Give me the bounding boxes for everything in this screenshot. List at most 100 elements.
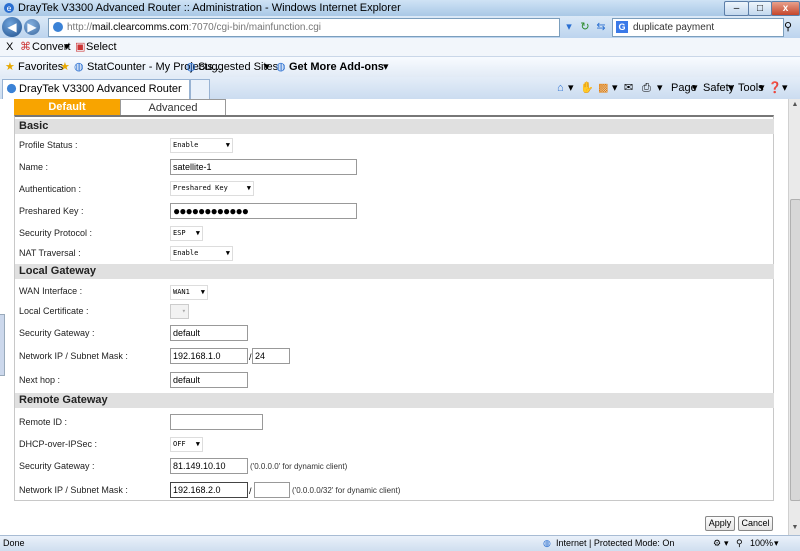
- chevron-down-icon: ▼: [225, 141, 230, 149]
- side-handle[interactable]: [0, 314, 5, 376]
- print-dropdown-icon[interactable]: ▾: [657, 81, 663, 95]
- url-field[interactable]: http://mail.clearcomms.com:7070/cgi-bin/…: [48, 18, 560, 37]
- form-panel: [14, 115, 774, 501]
- back-button[interactable]: ◀: [2, 17, 22, 37]
- chevron-down-icon: ▼: [195, 229, 200, 237]
- local-subnet-mask-field[interactable]: 24: [252, 348, 290, 364]
- preshared-key-label: Preshared Key :: [19, 206, 84, 216]
- tab-page-icon: [6, 83, 17, 94]
- authentication-select[interactable]: Preshared Key ▼: [170, 181, 254, 196]
- nat-traversal-select[interactable]: Enable ▼: [170, 246, 233, 261]
- feeds-icon[interactable]: ▩: [598, 81, 608, 95]
- minimize-button[interactable]: –: [724, 1, 749, 16]
- scroll-up-icon[interactable]: ▲: [790, 100, 800, 110]
- chevron-down-icon: ▼: [200, 288, 205, 296]
- stop-icon[interactable]: [598, 20, 612, 34]
- favorite-link-get-add-ons[interactable]: Get More Add-ons: [289, 60, 384, 74]
- zoom-icon[interactable]: ⚲: [736, 536, 743, 551]
- help-icon[interactable]: ❓: [768, 81, 782, 95]
- tab-default[interactable]: Default: [14, 99, 120, 115]
- tab-advanced[interactable]: Advanced: [120, 99, 226, 115]
- feeds-dropdown-icon[interactable]: ▾: [612, 81, 618, 95]
- favorites-star-icon: ★: [5, 61, 15, 73]
- home-icon[interactable]: ⌂: [557, 81, 564, 95]
- convert-icon: ⌘: [20, 41, 31, 53]
- apply-button[interactable]: Apply: [705, 516, 735, 531]
- page-menu-dropdown-icon[interactable]: ▾: [692, 81, 698, 95]
- tools-menu-dropdown-icon[interactable]: ▾: [759, 81, 765, 95]
- remote-network-ip-field[interactable]: 192.168.2.0: [170, 482, 248, 498]
- close-window-button[interactable]: x: [771, 1, 800, 16]
- remote-subnet-mask-field[interactable]: [254, 482, 290, 498]
- favorites-bar: ★ Favorites ★ ◍ StatCounter - My Project…: [0, 57, 800, 77]
- dhcp-over-ipsec-select[interactable]: OFF ▼: [170, 437, 203, 452]
- browser-tab-bar: DrayTek V3300 Advanced Router :: Adminis…: [0, 77, 800, 113]
- vertical-scrollbar[interactable]: ▲ ▼: [788, 99, 800, 535]
- print-icon[interactable]: ⎙: [642, 81, 651, 95]
- add-favorite-icon[interactable]: ★: [60, 60, 70, 74]
- suggested-sites-dropdown-icon[interactable]: ▾: [264, 60, 270, 74]
- profile-status-select[interactable]: Enable ▼: [170, 138, 233, 153]
- chevron-down-icon: ▼: [225, 249, 230, 257]
- address-bar: ◀ ▶ http://mail.clearcomms.com:7070/cgi-…: [0, 16, 800, 38]
- maximize-button[interactable]: □: [748, 1, 772, 16]
- statcounter-icon: ◍: [74, 61, 84, 73]
- compat-view-icon[interactable]: ▾: [562, 20, 576, 34]
- help-dropdown-icon[interactable]: ▾: [782, 81, 788, 95]
- close-toolbar-button[interactable]: X: [6, 40, 13, 54]
- refresh-icon[interactable]: ↻: [578, 20, 592, 34]
- safety-menu-dropdown-icon[interactable]: ▾: [728, 81, 734, 95]
- search-query: duplicate payment: [633, 22, 715, 33]
- remote-network-label: Network IP / Subnet Mask :: [19, 485, 128, 495]
- select-icon: ▣: [75, 41, 86, 53]
- local-certificate-select[interactable]: ▾: [170, 304, 189, 319]
- forward-button[interactable]: ▶: [24, 19, 40, 35]
- cancel-button[interactable]: Cancel: [738, 516, 773, 531]
- search-icon[interactable]: ⚲: [784, 20, 798, 34]
- search-input[interactable]: G duplicate payment: [612, 18, 784, 37]
- remote-security-gateway-field[interactable]: 81.149.10.10: [170, 458, 248, 474]
- add-ons-dropdown-icon[interactable]: ▾: [383, 60, 389, 74]
- browser-tab-active[interactable]: DrayTek V3300 Advanced Router :: Adminis…: [2, 79, 190, 113]
- local-security-gateway-label: Security Gateway :: [19, 328, 95, 338]
- google-icon: G: [616, 21, 628, 33]
- remote-network-note: ('0.0.0.0/32' for dynamic client): [292, 486, 401, 495]
- security-protocol-select[interactable]: ESP ▼: [170, 226, 203, 241]
- preshared-key-field[interactable]: ●●●●●●●●●●●●: [170, 203, 357, 219]
- favorites-button[interactable]: Favorites: [18, 60, 63, 74]
- wan-interface-select[interactable]: WAN1 ▼: [170, 285, 208, 300]
- mail-icon[interactable]: ✉: [624, 81, 633, 95]
- remote-network-slash: /: [249, 486, 252, 496]
- home-dropdown-icon[interactable]: ▾: [568, 81, 574, 95]
- zone-dropdown-icon[interactable]: ▾: [724, 536, 729, 551]
- name-field[interactable]: satellite-1: [170, 159, 357, 175]
- select-button[interactable]: Select: [86, 40, 117, 54]
- security-zone-text: Internet | Protected Mode: On: [556, 538, 675, 548]
- chevron-down-icon: ▼: [195, 440, 200, 448]
- zone-settings-icon[interactable]: ⚙: [713, 536, 721, 551]
- new-tab-button[interactable]: [190, 79, 210, 99]
- chevron-down-icon: ▼: [246, 184, 251, 192]
- profile-status-label: Profile Status :: [19, 140, 78, 150]
- scrollbar-thumb[interactable]: [790, 199, 800, 501]
- svg-text:e: e: [7, 4, 12, 13]
- remote-security-gateway-label: Security Gateway :: [19, 461, 95, 471]
- suggested-sites-icon: ◍: [186, 61, 196, 73]
- status-text: Done: [3, 538, 25, 548]
- zoom-level[interactable]: 100%: [750, 536, 773, 551]
- nat-traversal-label: NAT Traversal :: [19, 248, 81, 258]
- ie-logo-icon: e: [4, 3, 14, 13]
- zoom-dropdown-icon[interactable]: ▾: [774, 536, 779, 551]
- next-hop-label: Next hop :: [19, 375, 61, 385]
- local-network-ip-field[interactable]: 192.168.1.0: [170, 348, 248, 364]
- section-local-gateway-title: Local Gateway: [15, 264, 774, 279]
- local-security-gateway-field[interactable]: default: [170, 325, 248, 341]
- hand-icon[interactable]: ✋: [580, 81, 594, 95]
- next-hop-field[interactable]: default: [170, 372, 248, 388]
- local-network-label: Network IP / Subnet Mask :: [19, 351, 128, 361]
- name-label: Name :: [19, 162, 49, 172]
- convert-dropdown-icon[interactable]: ▾: [64, 40, 70, 54]
- remote-id-field[interactable]: [170, 414, 263, 430]
- scroll-down-icon[interactable]: ▼: [790, 523, 800, 533]
- window-title: DrayTek V3300 Advanced Router :: Adminis…: [18, 2, 401, 14]
